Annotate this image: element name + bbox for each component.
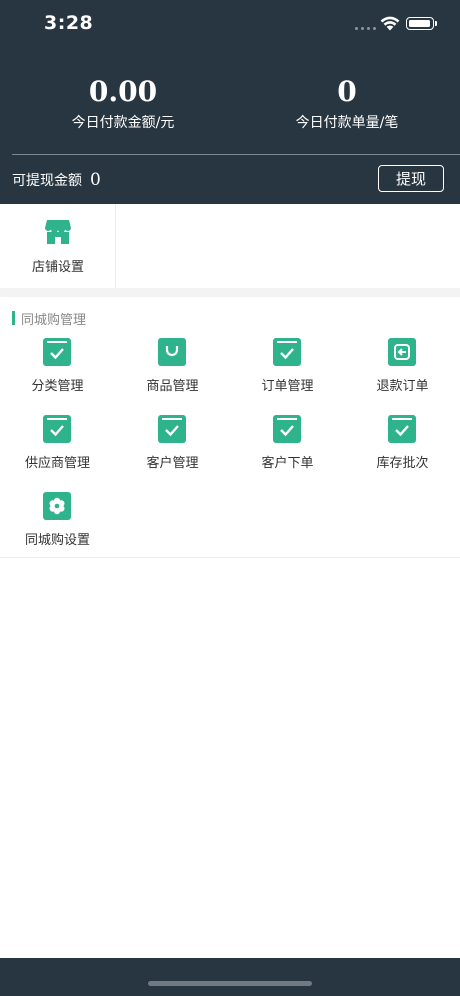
status-time: 3:28 <box>44 12 94 34</box>
bottom-bar <box>0 958 460 996</box>
withdrawable-row: 可提现金额 0 提现 <box>12 165 448 194</box>
header-divider <box>12 154 460 155</box>
menu-item-customers[interactable]: 客户管理 <box>115 415 230 471</box>
menu-item-products[interactable]: 商品管理 <box>115 338 230 394</box>
shopping-bag-icon <box>158 338 186 366</box>
today-amount-value: 0.00 <box>88 75 158 108</box>
header-panel: 3:28 0.00 今日付款金额/元 0 今日付款单量/笔 可提现金额 0 提现 <box>0 0 460 204</box>
withdrawable-label: 可提现金额 <box>12 173 82 189</box>
menu-item-orders[interactable]: 订单管理 <box>230 338 345 394</box>
section-separator <box>0 288 460 297</box>
today-orders-value: 0 <box>337 75 357 108</box>
today-orders-label: 今日付款单量/笔 <box>295 115 399 131</box>
menu-item-label: 分类管理 <box>31 379 84 394</box>
menu-item-inventory-batch[interactable]: 库存批次 <box>345 415 460 471</box>
grid-divider <box>0 557 460 558</box>
check-box-icon <box>43 415 71 443</box>
store-settings-label: 店铺设置 <box>31 260 84 275</box>
check-box-icon <box>273 338 301 366</box>
menu-item-label: 同城购设置 <box>24 533 90 548</box>
signal-icon <box>355 27 376 30</box>
menu-item-label: 商品管理 <box>146 379 199 394</box>
store-settings-button[interactable]: 店铺设置 <box>0 204 116 288</box>
home-indicator[interactable] <box>148 981 312 986</box>
check-box-icon <box>158 415 186 443</box>
today-amount-stat: 0.00 今日付款金额/元 <box>8 74 238 132</box>
battery-icon <box>406 17 437 30</box>
return-icon <box>388 338 416 366</box>
section-title: 同城购管理 <box>21 312 87 328</box>
menu-item-label: 客户下单 <box>261 456 314 471</box>
section-accent-bar <box>12 311 15 325</box>
today-amount-label: 今日付款金额/元 <box>71 115 175 131</box>
today-orders-stat: 0 今日付款单量/笔 <box>232 74 460 132</box>
menu-item-suppliers[interactable]: 供应商管理 <box>0 415 115 471</box>
flower-settings-icon <box>43 492 71 520</box>
menu-item-label: 客户管理 <box>146 456 199 471</box>
check-box-icon <box>388 415 416 443</box>
menu-item-label: 供应商管理 <box>24 456 90 471</box>
withdraw-button[interactable]: 提现 <box>378 165 444 192</box>
section-header: 同城购管理 <box>12 310 87 328</box>
withdrawable-amount: 0 <box>90 170 101 190</box>
menu-item-customer-order[interactable]: 客户下单 <box>230 415 345 471</box>
check-box-icon <box>43 338 71 366</box>
storefront-icon <box>45 220 71 244</box>
menu-item-refunds[interactable]: 退款订单 <box>345 338 460 394</box>
menu-item-label: 退款订单 <box>376 379 429 394</box>
menu-item-category[interactable]: 分类管理 <box>0 338 115 394</box>
menu-item-label: 库存批次 <box>376 456 429 471</box>
menu-item-city-settings[interactable]: 同城购设置 <box>0 492 115 548</box>
wifi-icon <box>380 16 400 31</box>
menu-item-label: 订单管理 <box>261 379 314 394</box>
check-box-icon <box>273 415 301 443</box>
